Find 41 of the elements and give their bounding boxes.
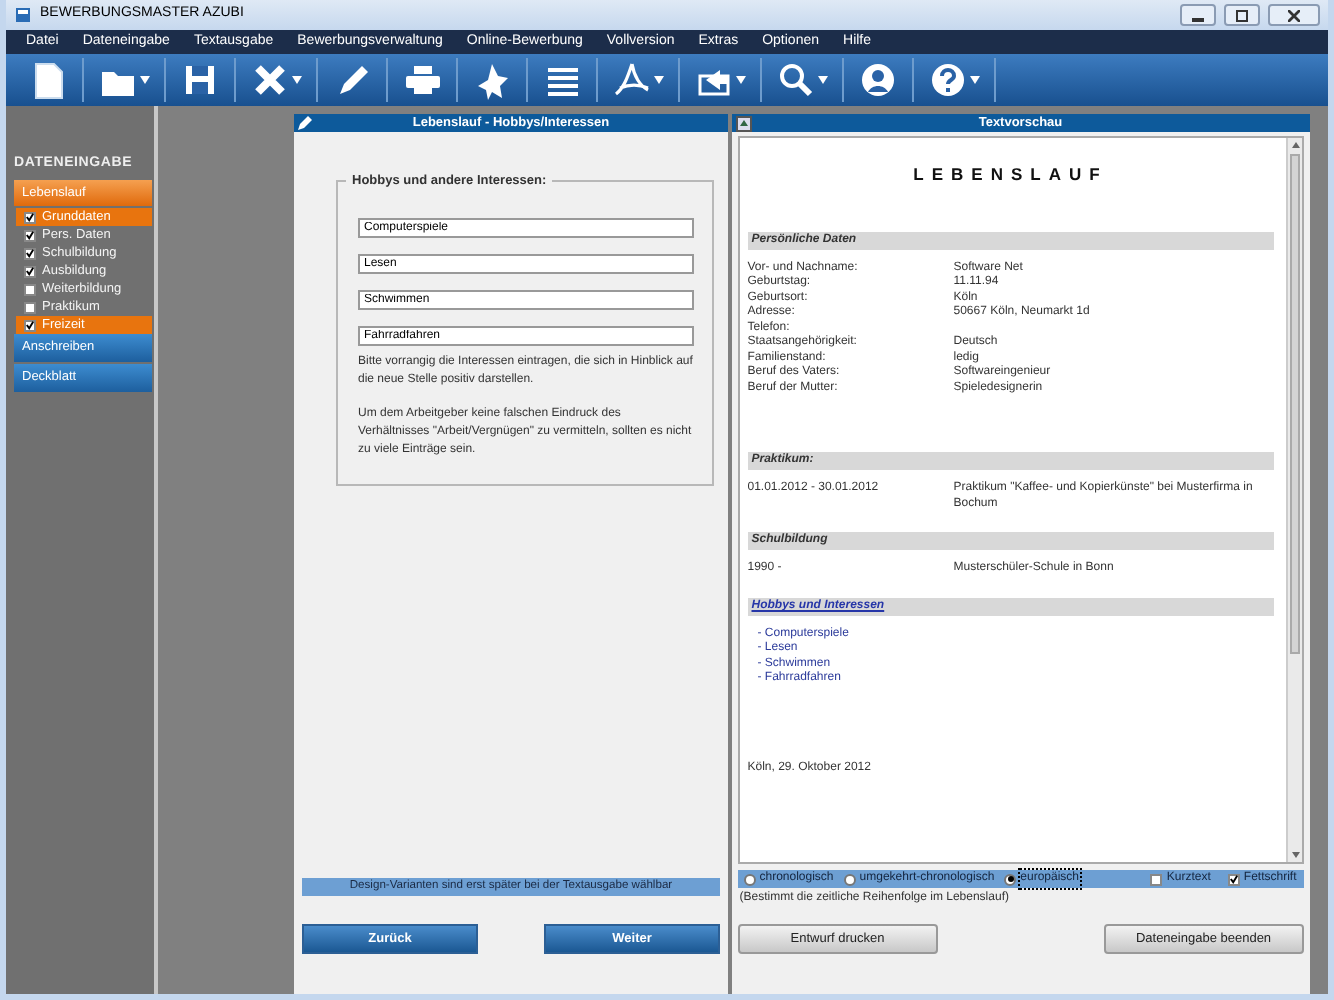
- scroll-thumb[interactable]: [1289, 154, 1300, 654]
- close-icon: [250, 60, 290, 100]
- restore-icon: [1236, 9, 1248, 21]
- checkbox[interactable]: [24, 283, 36, 296]
- caret-icon: [818, 76, 828, 84]
- check-icon: [26, 320, 34, 331]
- radio-button[interactable]: [743, 873, 756, 885]
- caret-icon: [654, 76, 664, 84]
- save-icon: [180, 60, 220, 100]
- close-button[interactable]: [1268, 4, 1320, 26]
- check-icon: [1229, 874, 1238, 884]
- minimize-button[interactable]: [1180, 4, 1216, 26]
- checkbox[interactable]: [1150, 873, 1163, 885]
- up-arrow-icon: [1287, 138, 1304, 154]
- caret-icon: [140, 76, 150, 84]
- help-icon: [928, 60, 968, 100]
- printer-icon: [402, 60, 442, 100]
- scrollbar[interactable]: [1285, 138, 1302, 862]
- preview-icon: [735, 115, 752, 131]
- radio-button[interactable]: [1004, 873, 1017, 885]
- search-icon: [776, 60, 816, 100]
- checkbox[interactable]: [24, 229, 36, 242]
- person-icon: [858, 60, 898, 100]
- pdf-icon: [612, 60, 652, 100]
- pencil-icon: [298, 116, 312, 130]
- checkbox[interactable]: [24, 319, 36, 332]
- checkbox[interactable]: [24, 247, 36, 260]
- radio-dot-icon: [1007, 876, 1014, 882]
- radio-button[interactable]: [843, 873, 856, 885]
- caret-icon: [736, 76, 746, 84]
- app-icon: [14, 6, 32, 24]
- caret-icon: [970, 76, 980, 84]
- close-icon: [1288, 9, 1300, 21]
- checkbox[interactable]: [1227, 873, 1240, 885]
- maximize-button[interactable]: [1224, 4, 1260, 26]
- checkbox[interactable]: [24, 301, 36, 314]
- down-arrow-icon: [1287, 846, 1304, 862]
- document-heading: LEBENSLAUF: [911, 162, 1110, 188]
- checkbox[interactable]: [24, 265, 36, 278]
- checkbox[interactable]: [24, 211, 36, 224]
- caret-icon: [292, 76, 302, 84]
